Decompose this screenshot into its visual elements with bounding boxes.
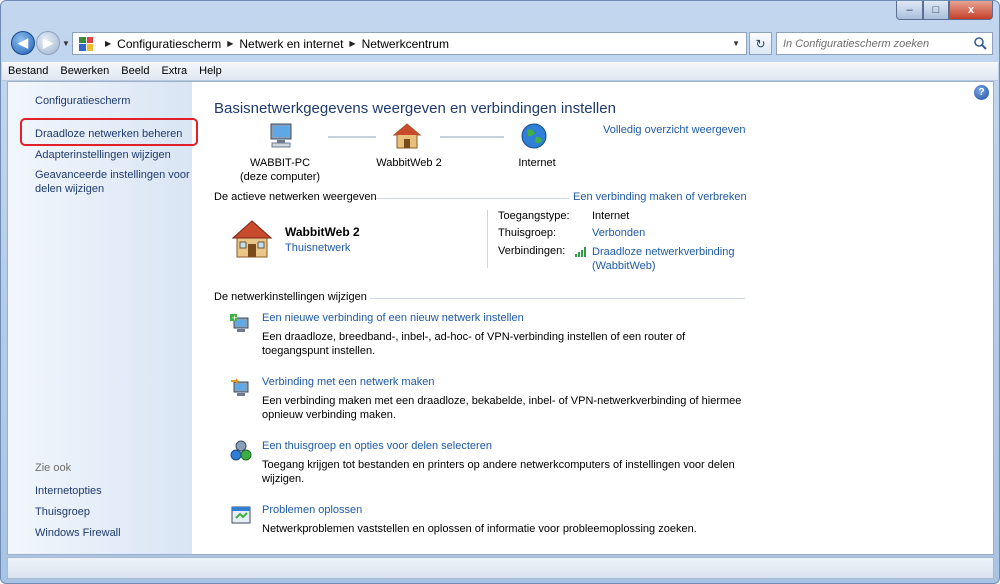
sidebar-item-windows-firewall[interactable]: Windows Firewall: [35, 526, 190, 540]
task-new-connection: + Een nieuwe verbinding of een nieuw net…: [230, 312, 750, 360]
refresh-icon: ↻: [755, 36, 766, 51]
see-also-heading: Zie ook: [35, 462, 72, 474]
change-settings-heading: De netwerkinstellingen wijzigen: [214, 291, 367, 303]
connect-network-description: Een verbinding maken met een draadloze, …: [262, 395, 742, 421]
sidebar-item-advanced-sharing[interactable]: Geavanceerde instellingen voor delen wij…: [35, 168, 190, 196]
homegroup-link[interactable]: Verbonden: [592, 227, 645, 239]
window: – □ x ◀ ▶ ▼ ▶ Configuratiescherm ▶ Netwe…: [0, 0, 1000, 584]
network-type-link[interactable]: Thuisnetwerk: [285, 242, 350, 254]
search-input[interactable]: In Configuratiescherm zoeken: [776, 32, 993, 55]
computer-name: WABBIT-PC: [249, 157, 311, 169]
network-name-map: WabbitWeb 2: [376, 157, 442, 169]
breadcrumb-separator-icon: ▶: [105, 39, 112, 48]
connection-ssid: (WabbitWeb): [592, 260, 656, 272]
access-type-label: Toegangstype:: [498, 210, 570, 222]
search-placeholder: In Configuratiescherm zoeken: [783, 37, 930, 50]
caption-buttons: – □ x: [896, 1, 993, 20]
map-node-network[interactable]: WabbitWeb 2: [366, 156, 452, 170]
breadcrumb-network-center[interactable]: Netwerkcentrum: [362, 37, 449, 51]
breadcrumb-separator-icon: ▶: [349, 39, 356, 48]
close-button[interactable]: x: [949, 1, 993, 20]
maximize-button[interactable]: □: [923, 1, 949, 20]
map-node-internet[interactable]: Internet: [502, 156, 572, 170]
minimize-button[interactable]: –: [896, 1, 923, 20]
control-panel-icon: [79, 36, 93, 51]
computer-icon: [270, 123, 292, 148]
search-icon[interactable]: [973, 36, 987, 50]
active-network-name: WabbitWeb 2: [285, 225, 360, 239]
troubleshoot-icon[interactable]: [230, 504, 252, 526]
sidebar-item-homegroup[interactable]: Thuisgroep: [35, 505, 190, 519]
menu-tools[interactable]: Extra: [155, 65, 193, 77]
troubleshoot-link[interactable]: Problemen oplossen: [262, 504, 362, 516]
troubleshoot-description: Netwerkproblemen vaststellen en oplossen…: [262, 523, 697, 535]
wireless-signal-icon: [575, 247, 586, 257]
refresh-button[interactable]: ↻: [749, 32, 772, 55]
full-map-link[interactable]: Volledig overzicht weergeven: [603, 124, 745, 136]
back-button[interactable]: ◀: [11, 31, 35, 55]
menu-bar: Bestand Bewerken Beeld Extra Help: [2, 62, 998, 81]
arrow-left-icon: ◀: [18, 35, 28, 50]
menu-view[interactable]: Beeld: [115, 65, 155, 77]
internet-globe-icon: [521, 123, 547, 149]
menu-edit[interactable]: Bewerken: [54, 65, 115, 77]
home-network-large-icon[interactable]: [230, 218, 274, 260]
connections-label: Verbindingen:: [498, 245, 566, 257]
connect-network-link[interactable]: Verbinding met een netwerk maken: [262, 376, 434, 388]
status-bar: [7, 557, 994, 579]
arrow-right-icon: ▶: [43, 35, 53, 50]
connection-name: Draadloze netwerkverbinding: [592, 246, 735, 258]
task-connect-network: Verbinding met een netwerk maken Een ver…: [230, 376, 750, 424]
details-divider: [487, 210, 488, 268]
sidebar-item-internet-options[interactable]: Internetopties: [35, 484, 190, 498]
navigation-bar: ◀ ▶ ▼ ▶ Configuratiescherm ▶ Netwerk en …: [9, 30, 993, 57]
homegroup-label: Thuisgroep:: [498, 227, 557, 239]
breadcrumb-separator-icon: ▶: [227, 39, 234, 48]
breadcrumb-control-panel[interactable]: Configuratiescherm: [117, 37, 221, 51]
breadcrumb-network-internet[interactable]: Netwerk en internet: [239, 37, 343, 51]
help-button[interactable]: ?: [974, 85, 989, 100]
access-type-value: Internet: [592, 210, 630, 222]
section-divider: [376, 198, 569, 199]
address-bar[interactable]: ▶ Configuratiescherm ▶ Netwerk en intern…: [72, 32, 747, 55]
computer-subtitle: (deze computer): [239, 171, 321, 183]
forward-button[interactable]: ▶: [36, 31, 60, 55]
sidebar-item-adapter-settings[interactable]: Adapterinstellingen wijzigen: [35, 148, 190, 162]
map-link-line: [328, 136, 376, 138]
map-link-line: [440, 136, 504, 138]
new-connection-link[interactable]: Een nieuwe verbinding of een nieuw netwe…: [262, 312, 524, 324]
homegroup-sharing-link[interactable]: Een thuisgroep en opties voor delen sele…: [262, 440, 492, 452]
page-title: Basisnetwerkgegevens weergeven en verbin…: [214, 100, 616, 117]
new-connection-description: Een draadloze, breedband-, inbel-, ad-ho…: [262, 331, 686, 357]
task-homegroup: Een thuisgroep en opties voor delen sele…: [230, 440, 750, 488]
recent-pages-dropdown[interactable]: ▼: [62, 39, 70, 48]
svg-text:+: +: [231, 313, 238, 322]
task-troubleshoot: Problemen oplossen Netwerkproblemen vast…: [230, 504, 750, 544]
active-networks-heading: De actieve netwerken weergeven: [214, 191, 377, 203]
menu-help[interactable]: Help: [193, 65, 228, 77]
homegroup-sharing-description: Toegang krijgen tot bestanden en printer…: [262, 459, 735, 485]
sidebar-item-manage-wireless[interactable]: Draadloze netwerken beheren: [35, 127, 190, 141]
sidebar: Configuratiescherm Draadloze netwerken b…: [8, 82, 198, 554]
connect-network-icon[interactable]: [230, 376, 252, 398]
internet-label: Internet: [518, 157, 556, 169]
new-connection-icon[interactable]: +: [230, 312, 252, 334]
home-network-icon: [392, 123, 422, 149]
map-node-computer[interactable]: WABBIT-PC (deze computer): [234, 156, 326, 184]
menu-file[interactable]: Bestand: [2, 65, 54, 77]
content-area: Configuratiescherm Draadloze netwerken b…: [7, 81, 994, 555]
wireless-connection-link[interactable]: Draadloze netwerkverbinding (WabbitWeb): [592, 245, 734, 273]
address-dropdown-icon[interactable]: ▼: [732, 39, 740, 48]
sidebar-item-control-panel-home[interactable]: Configuratiescherm: [35, 94, 190, 108]
connect-disconnect-link[interactable]: Een verbinding maken of verbreken: [573, 191, 747, 203]
homegroup-icon[interactable]: [230, 440, 252, 462]
section-divider: [370, 298, 745, 299]
